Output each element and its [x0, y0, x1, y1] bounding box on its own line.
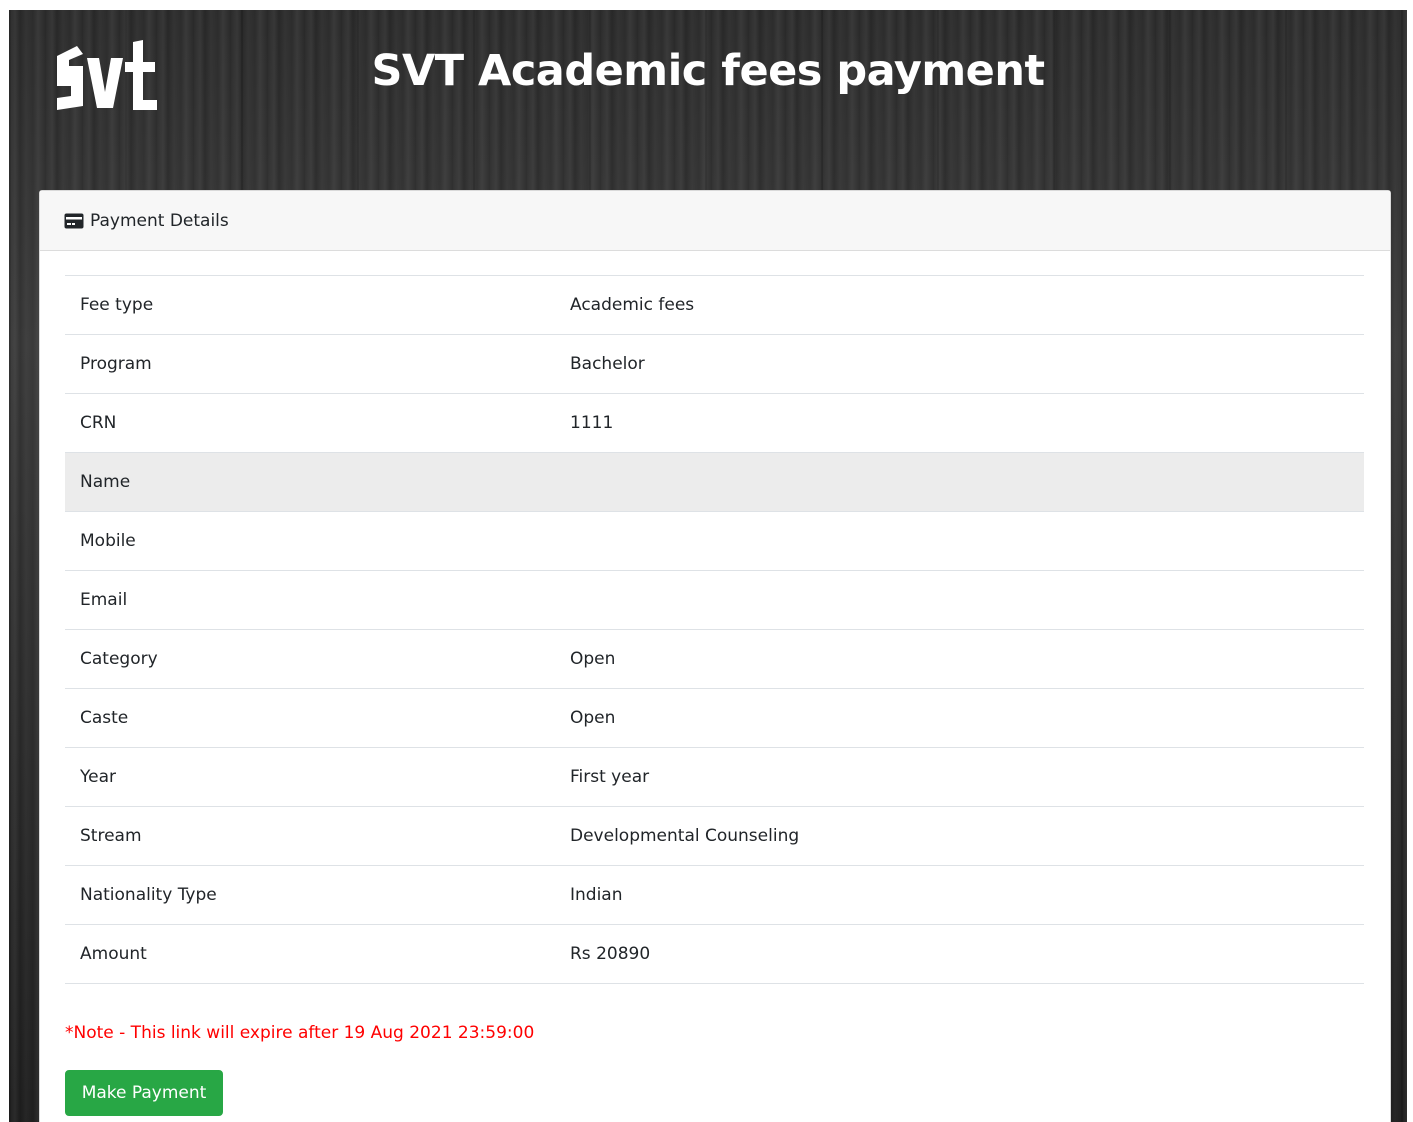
row-label: Mobile	[80, 531, 136, 551]
row-label: CRN	[80, 413, 117, 433]
table-row: Year First year	[65, 747, 1364, 807]
row-value: Indian	[570, 885, 623, 905]
table-row: Caste Open	[65, 688, 1364, 748]
row-label: Name	[80, 472, 131, 492]
row-value	[570, 512, 1364, 571]
row-label: Nationality Type	[80, 885, 217, 905]
table-row: Stream Developmental Counseling	[65, 806, 1364, 866]
table-row: Category Open	[65, 629, 1364, 689]
row-label: Category	[80, 649, 158, 669]
table-row: Name	[65, 452, 1364, 512]
row-value	[570, 571, 1364, 630]
row-label: Fee type	[80, 295, 154, 315]
row-value: Academic fees	[570, 295, 695, 315]
row-value: 1111	[570, 413, 614, 433]
row-label: Email	[80, 590, 128, 610]
row-label: Stream	[80, 826, 142, 846]
row-value: Bachelor	[570, 354, 645, 374]
make-payment-button[interactable]: Make Payment	[65, 1070, 223, 1116]
card-header: Payment Details	[40, 191, 1390, 251]
row-label: Caste	[80, 708, 129, 728]
table-row: Mobile	[65, 511, 1364, 571]
row-value: Rs 20890	[570, 944, 651, 964]
credit-card-icon	[64, 213, 84, 228]
row-label: Amount	[80, 944, 147, 964]
row-value: Open	[570, 708, 616, 728]
table-row: Fee type Academic fees	[65, 275, 1364, 335]
row-value: First year	[570, 767, 650, 787]
table-row: Program Bachelor	[65, 334, 1364, 394]
row-value	[570, 453, 1364, 512]
row-value: Open	[570, 649, 616, 669]
payment-details-card: Payment Details Fee type Academic fees P…	[39, 190, 1391, 1122]
expiry-note: *Note - This link will expire after 19 A…	[65, 1023, 535, 1043]
table-row: Amount Rs 20890	[65, 924, 1364, 984]
row-label: Program	[80, 354, 152, 374]
row-label: Year	[80, 767, 116, 787]
row-value: Developmental Counseling	[570, 826, 800, 846]
table-row: Nationality Type Indian	[65, 865, 1364, 925]
payment-details-table: Fee type Academic fees Program Bachelor …	[65, 275, 1364, 984]
page-title: SVT Academic fees payment	[371, 46, 1045, 96]
table-row: Email	[65, 570, 1364, 630]
table-row: CRN 1111	[65, 393, 1364, 453]
page-background: SVT Academic fees payment Payment Detail…	[9, 10, 1407, 1122]
card-title: Payment Details	[90, 210, 229, 231]
